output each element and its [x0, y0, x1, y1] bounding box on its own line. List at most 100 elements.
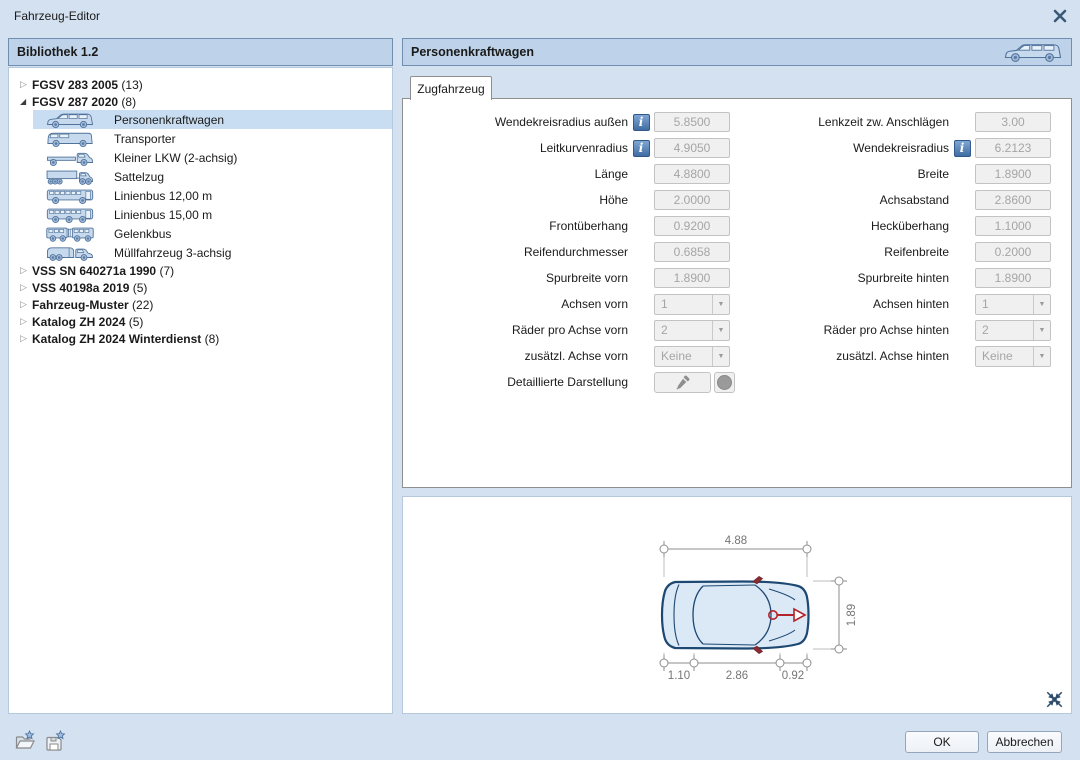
expand-icon[interactable]: ▷ [20, 79, 32, 90]
tree-item-label: Personenkraftwagen [114, 113, 224, 127]
field-input[interactable] [654, 190, 730, 210]
tree-item[interactable]: Linienbus 12,00 m [33, 186, 392, 205]
info-icon[interactable]: i [954, 140, 971, 157]
field-label: zusätzl. Achse vorn [407, 349, 628, 363]
field-input[interactable] [975, 164, 1051, 184]
form-row: Detaillierte Darstellung [407, 369, 735, 395]
field-input[interactable] [975, 242, 1051, 262]
gray-circle-icon [717, 375, 732, 390]
expand-icon[interactable]: ▷ [20, 299, 32, 310]
form-row: Lenkzeit zw. Anschlägen [729, 109, 1051, 135]
field-input[interactable] [975, 216, 1051, 236]
field-input[interactable] [654, 112, 730, 132]
vehicle-header-label: Personenkraftwagen [411, 45, 534, 59]
tree-group[interactable]: ▷Katalog ZH 2024 Winterdienst (8) [9, 330, 392, 347]
tree-group-count: (7) [156, 264, 174, 278]
tree-group-label: Katalog ZH 2024 [32, 315, 125, 329]
library-tree[interactable]: ▷FGSV 283 2005 (13)◢FGSV 287 2020 (8) Per… [8, 67, 393, 714]
field-select[interactable]: Keine▼ [654, 346, 730, 367]
form-row: Wendekreisradiusi [729, 135, 1051, 161]
tree-group-count: (5) [129, 281, 147, 295]
eyedropper-icon [675, 374, 691, 390]
tree-group[interactable]: ▷Katalog ZH 2024 (5) [9, 313, 392, 330]
tree-group[interactable]: ▷VSS SN 640271a 1990 (7) [9, 262, 392, 279]
field-label: Achsen hinten [729, 297, 949, 311]
eyedropper-button[interactable] [654, 372, 711, 393]
tree-item[interactable]: Müllfahrzeug 3-achsig [33, 243, 392, 262]
field-label: Hecküberhang [729, 219, 949, 233]
field-input[interactable] [654, 268, 730, 288]
form-row: Wendekreisradius außeni [407, 109, 735, 135]
tree-item-label: Linienbus 12,00 m [114, 189, 212, 203]
van-icon [45, 130, 114, 148]
field-label: Länge [407, 167, 628, 181]
library-header-label: Bibliothek 1.2 [17, 45, 98, 59]
form-row: Achsen hinten 1▼ [729, 291, 1051, 317]
field-select[interactable]: 1▼ [654, 294, 730, 315]
vehicle-panel-header: Personenkraftwagen [402, 38, 1072, 66]
field-label: Detaillierte Darstellung [407, 375, 628, 389]
vehicle-top-view-diagram: 4.88 1.89 1.10 2.86 0.92 [403, 497, 1071, 713]
expand-icon[interactable]: ▷ [20, 316, 32, 327]
field-input[interactable] [654, 242, 730, 262]
info-icon[interactable]: i [633, 114, 650, 131]
info-slot: i [949, 140, 975, 157]
form-row: Frontüberhang [407, 213, 735, 239]
field-label: Höhe [407, 193, 628, 207]
field-input[interactable] [654, 216, 730, 236]
tree-group-count: (8) [118, 95, 136, 109]
tree-group[interactable]: ▷VSS 40198a 2019 (5) [9, 279, 392, 296]
semi-icon [45, 168, 114, 186]
vehicle-diagram-panel: 4.88 1.89 1.10 2.86 0.92 [402, 496, 1072, 714]
expand-icon[interactable]: ▷ [20, 282, 32, 293]
color-swatch-button[interactable] [714, 372, 735, 393]
articulated-bus-icon [45, 225, 114, 243]
field-input[interactable] [975, 190, 1051, 210]
expand-icon[interactable]: ▷ [20, 265, 32, 276]
save-library-icon[interactable] [43, 729, 68, 752]
field-input[interactable] [654, 138, 730, 158]
form-row: Spurbreite vorn [407, 265, 735, 291]
open-library-icon[interactable] [13, 729, 38, 752]
tree-item[interactable]: Personenkraftwagen [33, 110, 392, 129]
select-value: 1 [655, 297, 712, 311]
ok-button[interactable]: OK [905, 731, 979, 753]
fit-to-view-icon[interactable] [1045, 690, 1063, 708]
tree-item[interactable]: Sattelzug [33, 167, 392, 186]
field-select[interactable]: 2▼ [975, 320, 1051, 341]
tree-group[interactable]: ◢FGSV 287 2020 (8) [9, 93, 392, 110]
tree-group[interactable]: ▷Fahrzeug-Muster (22) [9, 296, 392, 313]
car-side-view-icon [1003, 41, 1063, 63]
expand-icon[interactable]: ▷ [20, 333, 32, 344]
tree-group-count: (8) [201, 332, 219, 346]
collapse-icon[interactable]: ◢ [20, 97, 32, 106]
field-select[interactable]: 2▼ [654, 320, 730, 341]
field-select[interactable]: Keine▼ [975, 346, 1051, 367]
chevron-down-icon: ▼ [1033, 321, 1050, 340]
tab-zugfahrzeug[interactable]: Zugfahrzeug [410, 76, 492, 100]
info-icon[interactable]: i [633, 140, 650, 157]
field-input[interactable] [975, 138, 1051, 158]
field-input[interactable] [975, 112, 1051, 132]
field-select[interactable]: 1▼ [975, 294, 1051, 315]
form-row: zusätzl. Achse vorn Keine▼ [407, 343, 735, 369]
close-icon[interactable] [1049, 6, 1071, 26]
tree-item[interactable]: Linienbus 15,00 m [33, 205, 392, 224]
tree-group-count: (5) [125, 315, 143, 329]
tree-group-label: VSS SN 640271a 1990 [32, 264, 156, 278]
tree-group-label: FGSV 283 2005 [32, 78, 118, 92]
field-input[interactable] [975, 268, 1051, 288]
tree-item[interactable]: Transporter [33, 129, 392, 148]
field-label: Lenkzeit zw. Anschlägen [729, 115, 949, 129]
field-label: Räder pro Achse vorn [407, 323, 628, 337]
field-input[interactable] [654, 164, 730, 184]
tree-group-count: (22) [129, 298, 154, 312]
tree-item[interactable]: Gelenkbus [33, 224, 392, 243]
vehicle-form-panel: Wendekreisradius außeniLeitkurvenradiusi… [402, 98, 1072, 488]
tree-item[interactable]: Kleiner LKW (2-achsig) [33, 148, 392, 167]
cancel-button[interactable]: Abbrechen [987, 731, 1062, 753]
tree-group[interactable]: ▷FGSV 283 2005 (13) [9, 76, 392, 93]
dim-total-length: 4.88 [725, 535, 747, 547]
form-row: Höhe [407, 187, 735, 213]
tree-item-label: Sattelzug [114, 170, 164, 184]
